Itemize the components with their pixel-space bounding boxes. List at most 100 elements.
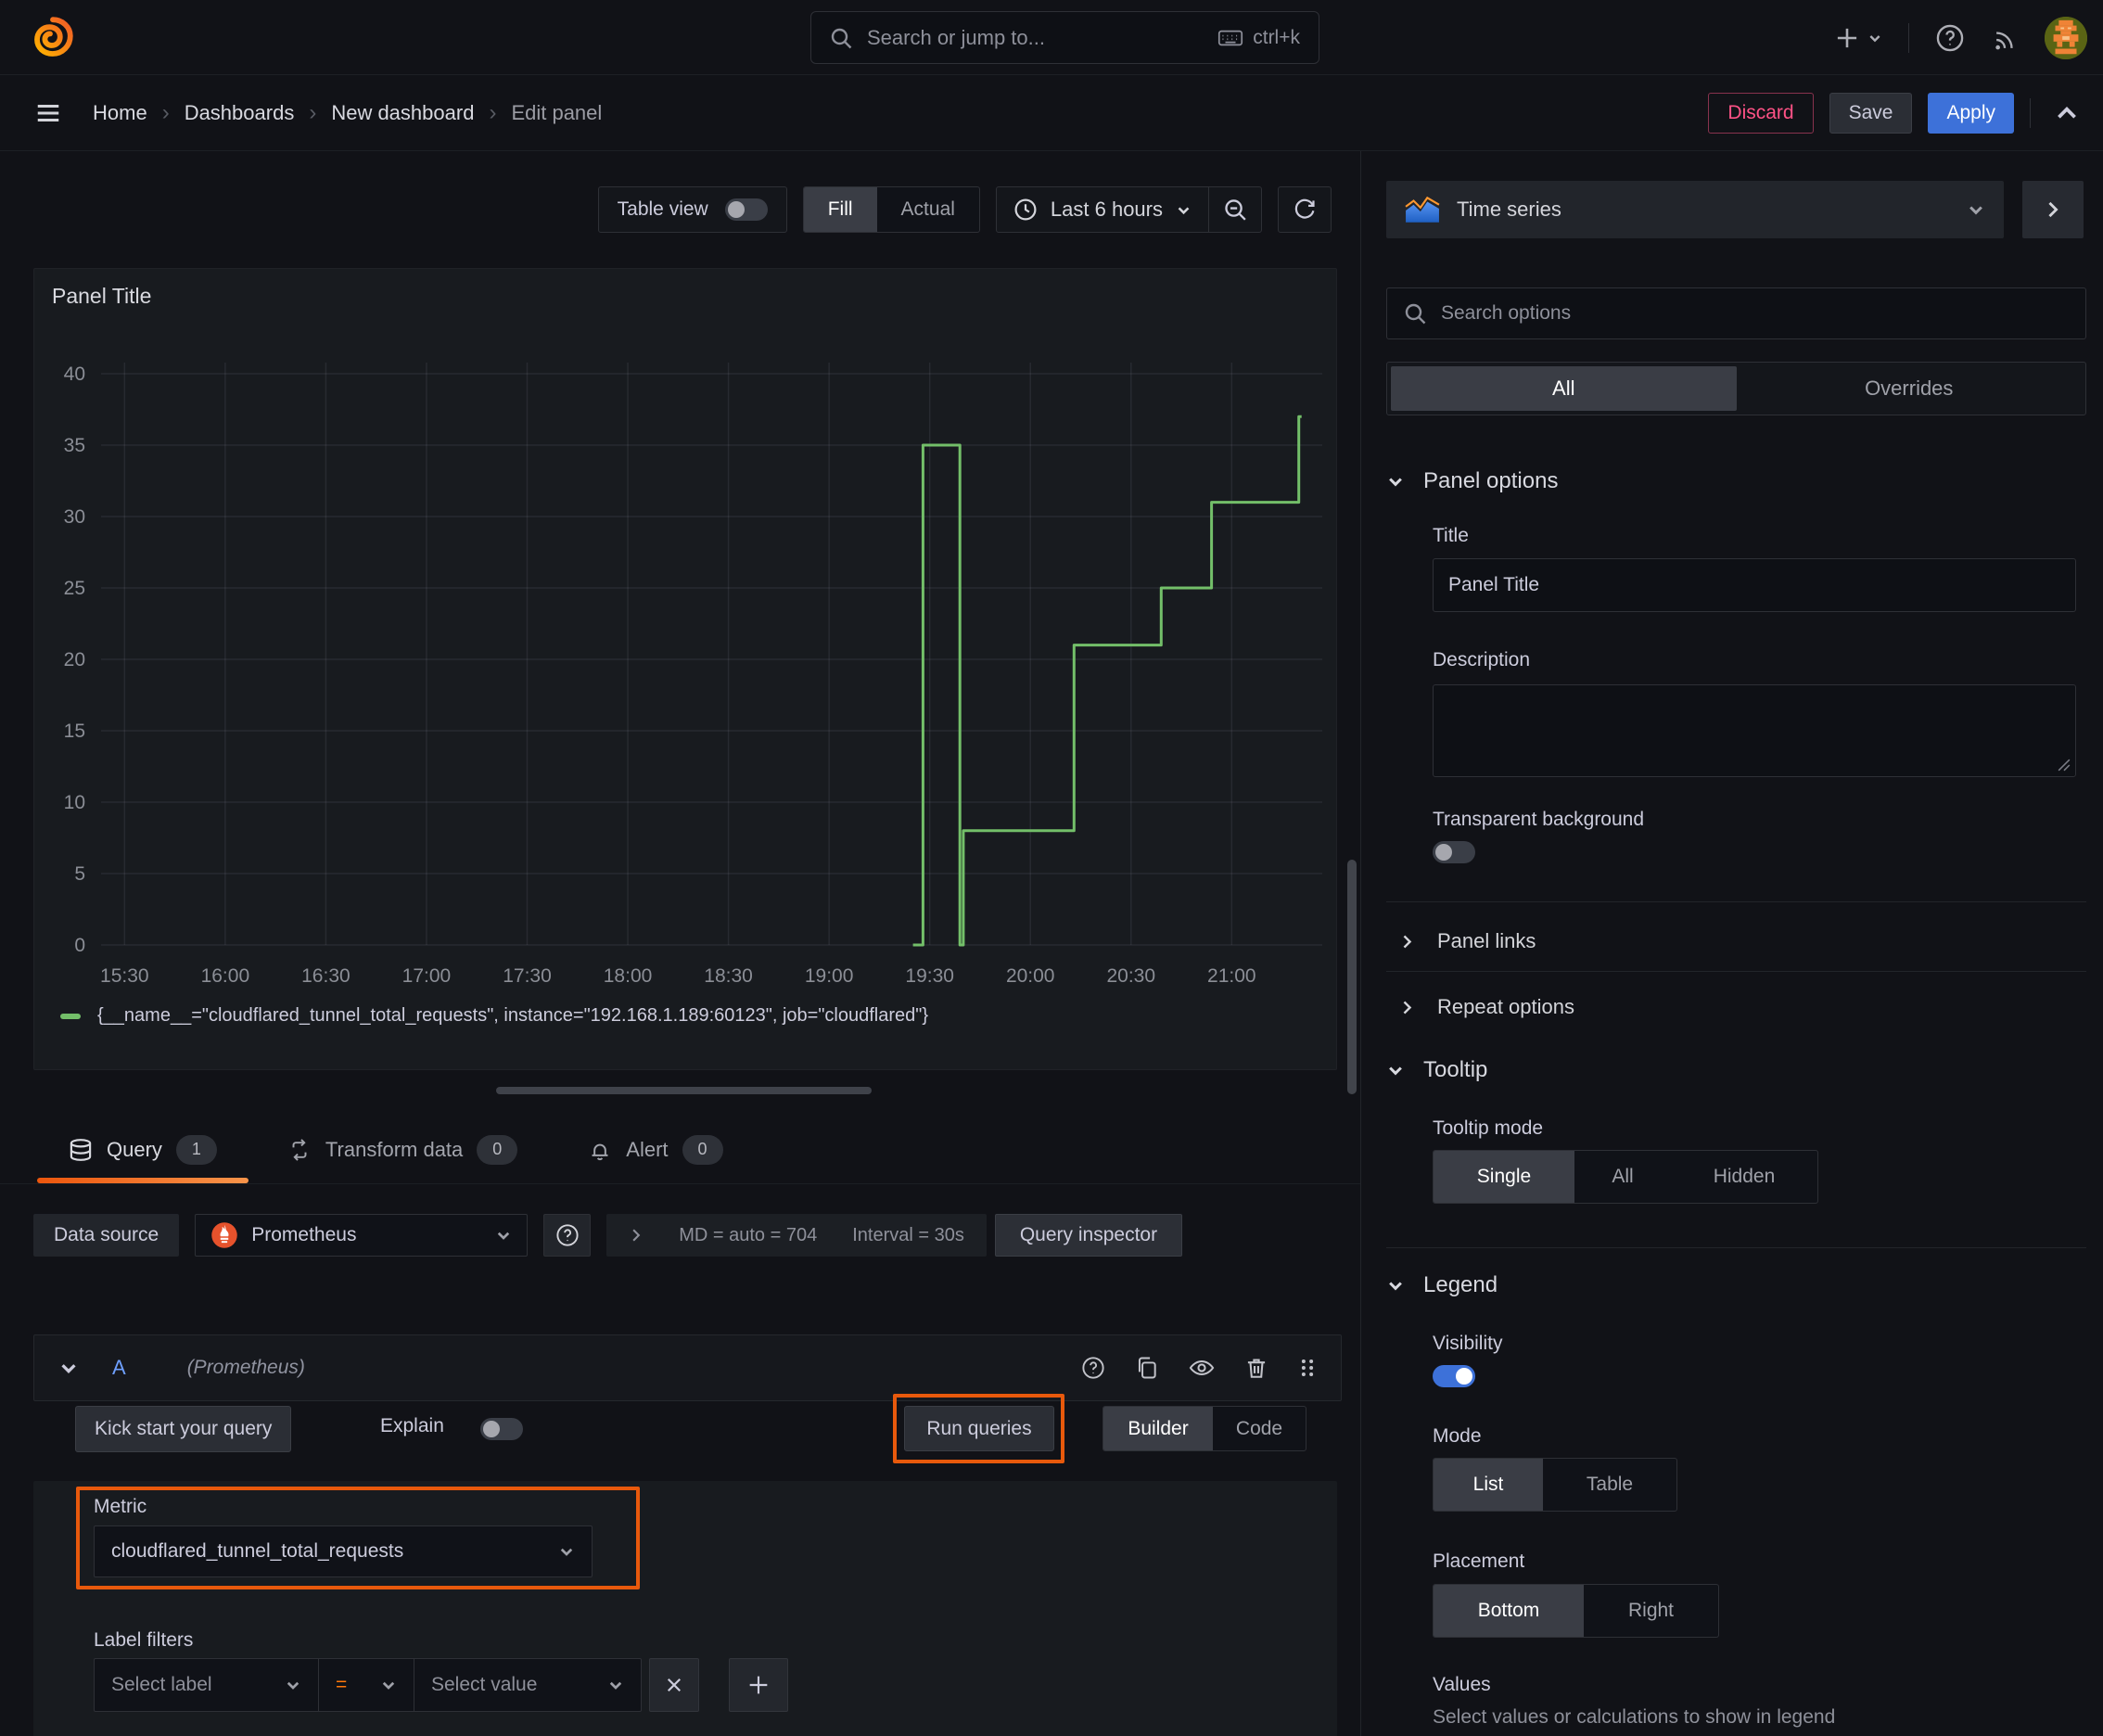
visibility-toggle[interactable]: [1433, 1365, 1475, 1387]
prometheus-icon: [211, 1222, 237, 1248]
transparent-background-toggle[interactable]: [1433, 841, 1475, 863]
legend-section-header[interactable]: Legend: [1386, 1272, 1498, 1298]
kick-start-query-button[interactable]: Kick start your query: [75, 1406, 292, 1452]
transform-icon: [292, 1138, 307, 1161]
query-ref-id: A: [112, 1356, 126, 1379]
menu-toggle-button[interactable]: [28, 93, 69, 134]
pane-resize-handle[interactable]: [496, 1087, 872, 1094]
tooltip-mode-single[interactable]: Single: [1434, 1151, 1574, 1203]
breadcrumb-home[interactable]: Home: [93, 101, 147, 125]
datasource-help-button[interactable]: [543, 1214, 592, 1257]
legend-mode-list[interactable]: List: [1434, 1459, 1543, 1511]
tooltip-mode-hidden[interactable]: Hidden: [1671, 1151, 1817, 1203]
question-circle-icon: [556, 1224, 579, 1246]
help-button[interactable]: [1935, 23, 1965, 53]
repeat-options-section[interactable]: Repeat options: [1399, 984, 1574, 1030]
plus-icon: [749, 1676, 768, 1694]
add-button[interactable]: [1835, 26, 1882, 50]
zoom-out-icon: [1225, 199, 1246, 221]
remove-filter-button[interactable]: [649, 1658, 699, 1712]
news-button[interactable]: [1991, 24, 2019, 52]
svg-text:17:30: 17:30: [503, 965, 552, 987]
duplicate-query-button[interactable]: [1135, 1356, 1159, 1380]
chevron-down-icon: [1389, 1282, 1402, 1291]
visualization-name: Time series: [1457, 198, 1561, 221]
query-options-bar[interactable]: MD = auto = 704 Interval = 30s: [606, 1214, 987, 1257]
time-series-chart[interactable]: 0 5 10 15 20 25 30 35 40 15:30 16:00 16:30 17:00 17:3…: [34, 269, 1336, 1069]
svg-text:19:00: 19:00: [805, 965, 854, 987]
title-input[interactable]: Panel Title: [1433, 558, 2076, 612]
table-view-label: Table view: [617, 198, 708, 220]
tab-alert[interactable]: Alert 0: [553, 1116, 758, 1183]
search-input[interactable]: Search or jump to... ctrl+k: [810, 11, 1319, 64]
fill-option[interactable]: Fill: [803, 187, 877, 232]
svg-text:25: 25: [64, 578, 85, 599]
collapse-header-button[interactable]: [2046, 93, 2087, 134]
tab-all[interactable]: All: [1391, 366, 1737, 411]
description-textarea[interactable]: [1433, 684, 2076, 777]
actual-option[interactable]: Actual: [877, 187, 979, 232]
breadcrumb-bar: Home › Dashboards › New dashboard › Edit…: [0, 75, 2103, 151]
tab-transform-label: Transform data: [325, 1137, 464, 1161]
chevron-down-icon: [1178, 206, 1190, 214]
open-viz-picker-button[interactable]: [2022, 181, 2084, 238]
save-button[interactable]: Save: [1829, 92, 1913, 134]
svg-text:16:00: 16:00: [201, 965, 250, 987]
value-select[interactable]: Select value: [414, 1658, 642, 1712]
add-filter-button[interactable]: [729, 1658, 788, 1712]
user-avatar[interactable]: [2045, 16, 2087, 59]
options-search-input[interactable]: Search options: [1386, 287, 2086, 339]
max-data-points: MD = auto = 704: [679, 1224, 818, 1245]
grafana-logo-icon[interactable]: [31, 15, 75, 59]
search-icon: [1405, 303, 1426, 325]
legend-mode-label: Mode: [1433, 1425, 1482, 1447]
breadcrumb-new-dashboard[interactable]: New dashboard: [331, 101, 474, 125]
tab-transform-data[interactable]: Transform data 0: [252, 1116, 553, 1183]
chevron-down-icon: [1969, 206, 1982, 215]
code-option[interactable]: Code: [1213, 1407, 1306, 1450]
tooltip-mode-all[interactable]: All: [1574, 1151, 1671, 1203]
legend-visibility-label: Visibility: [1433, 1333, 1503, 1354]
grafana-edit-panel-screen: Search or jump to... ctrl+k Home › Dashb…: [0, 0, 2103, 1736]
time-range-picker[interactable]: Last 6 hours: [997, 187, 1208, 232]
hide-query-button[interactable]: [1189, 1356, 1215, 1380]
explain-toggle[interactable]: [480, 1418, 523, 1440]
run-queries-button[interactable]: Run queries: [904, 1406, 1054, 1451]
legend-mode-table[interactable]: Table: [1543, 1459, 1676, 1511]
search-placeholder: Search or jump to...: [867, 25, 1045, 49]
discard-button[interactable]: Discard: [1708, 92, 1814, 134]
query-help-button[interactable]: [1081, 1356, 1105, 1380]
zoom-out-button[interactable]: [1209, 187, 1261, 232]
search-icon: [831, 28, 852, 48]
builder-option[interactable]: Builder: [1103, 1407, 1213, 1450]
time-controls: Last 6 hours: [995, 186, 1262, 233]
tooltip-section-header[interactable]: Tooltip: [1386, 1057, 1487, 1083]
visualization-picker[interactable]: Time series: [1386, 181, 2004, 238]
query-inspector-button[interactable]: Query inspector: [994, 1214, 1183, 1257]
metric-select[interactable]: cloudflared_tunnel_total_requests: [94, 1525, 593, 1577]
legend-placement-bottom[interactable]: Bottom: [1434, 1585, 1584, 1637]
breadcrumb-dashboards[interactable]: Dashboards: [185, 101, 295, 125]
rss-icon: [1995, 31, 2013, 49]
datasource-picker[interactable]: Prometheus: [195, 1214, 529, 1257]
panel-links-section[interactable]: Panel links: [1399, 918, 1536, 964]
apply-button[interactable]: Apply: [1928, 92, 2014, 134]
label-select[interactable]: Select label: [94, 1658, 319, 1712]
table-view-toggle[interactable]: [724, 198, 768, 221]
legend-item[interactable]: {__name__="cloudflared_tunnel_total_requ…: [60, 1005, 928, 1027]
hamburger-icon: [37, 104, 59, 121]
refresh-button[interactable]: [1279, 187, 1331, 232]
legend-placement-right[interactable]: Right: [1584, 1585, 1718, 1637]
drag-handle[interactable]: [1298, 1356, 1317, 1380]
tab-query[interactable]: Query 1: [33, 1116, 252, 1183]
tab-overrides[interactable]: Overrides: [1737, 366, 2083, 411]
scrollbar-thumb[interactable]: [1347, 860, 1357, 1094]
refresh-icon: [1294, 198, 1315, 219]
delete-query-button[interactable]: [1244, 1356, 1268, 1380]
query-row-a[interactable]: A (Prometheus): [33, 1334, 1342, 1401]
bell-icon: [592, 1143, 608, 1160]
operator-select[interactable]: =: [318, 1658, 414, 1712]
panel-options-header[interactable]: Panel options: [1386, 468, 1558, 494]
collapse-query-icon[interactable]: [58, 1358, 79, 1378]
editor-tabs: Query 1 Transform data 0 Alert 0: [0, 1116, 1360, 1184]
